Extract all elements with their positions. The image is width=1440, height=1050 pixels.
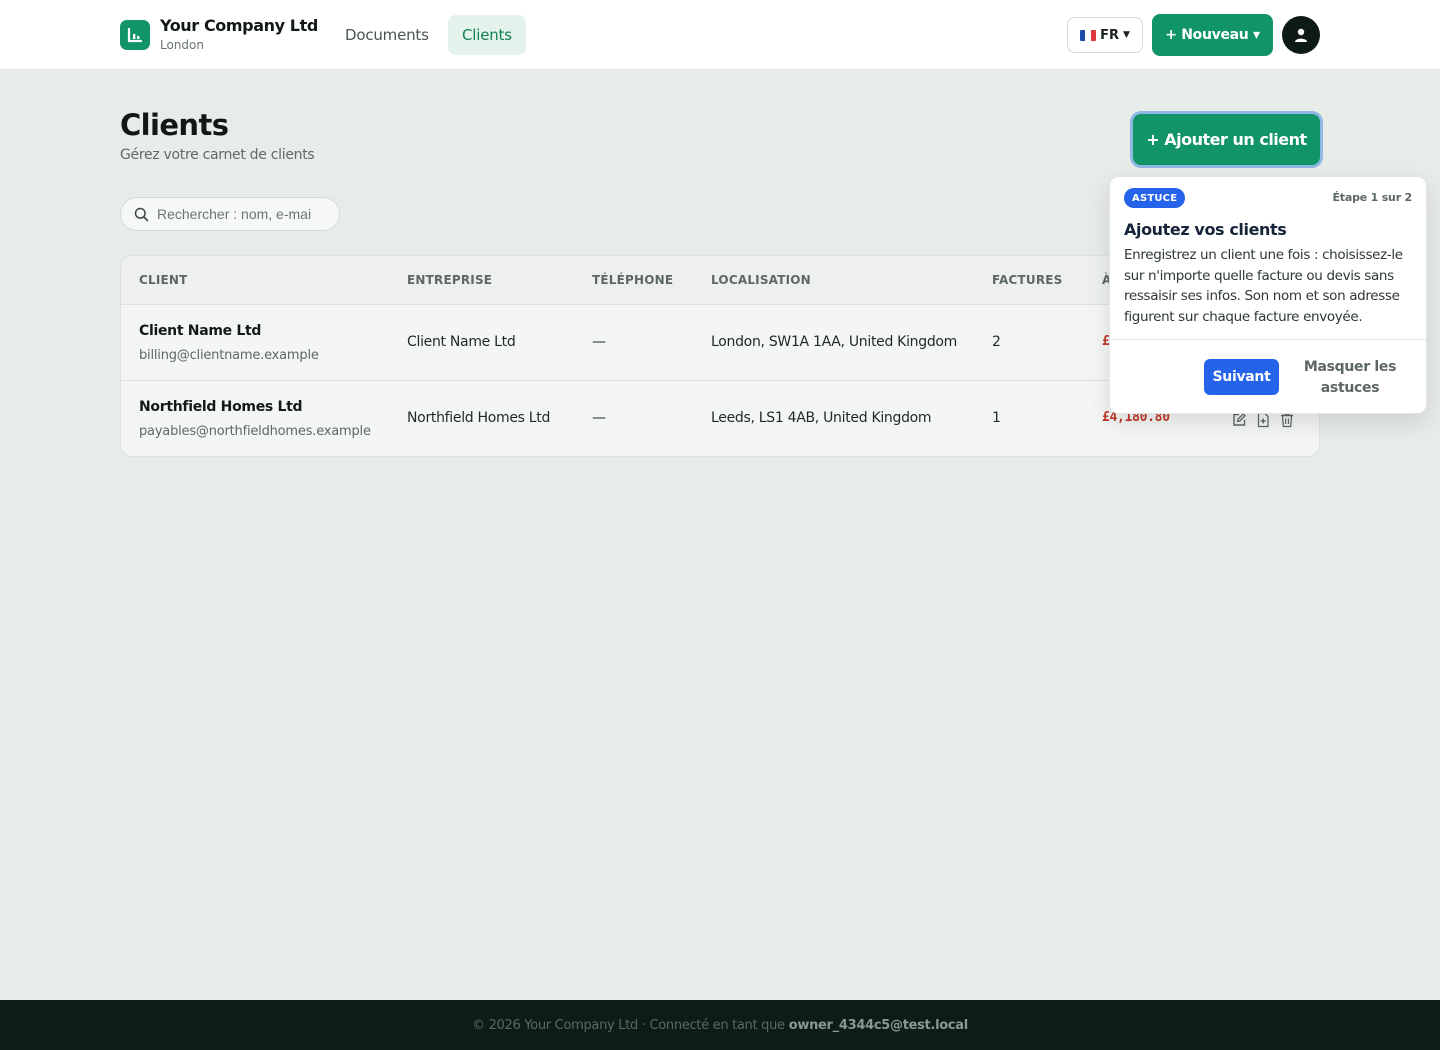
tip-next-button[interactable]: Suivant — [1204, 359, 1279, 395]
search-input[interactable] — [157, 206, 327, 222]
column-header-client[interactable]: CLIENT — [139, 273, 188, 287]
client-email: payables@northfieldhomes.example — [139, 424, 371, 439]
tip-divider — [1110, 339, 1426, 340]
column-header-company[interactable]: ENTREPRISE — [407, 273, 492, 287]
client-invoice-count: 1 — [992, 410, 1001, 426]
row-actions — [1231, 412, 1295, 428]
language-selector[interactable]: FR ▼ — [1067, 17, 1143, 53]
nav-documents[interactable]: Documents — [331, 15, 443, 55]
chart-logo-icon[interactable] — [120, 20, 150, 50]
chevron-down-icon: ▼ — [1122, 30, 1130, 40]
client-email: billing@clientname.example — [139, 348, 319, 363]
tip-text: Enregistrez un client une fois : choisis… — [1124, 247, 1403, 325]
footer-text: © 2026 Your Company Ltd · Connecté en ta… — [472, 1017, 785, 1033]
new-document-button[interactable]: + Nouveau ▾ — [1152, 14, 1273, 56]
footer-user: owner_4344c5@test.local — [788, 1017, 969, 1033]
client-company: Northfield Homes Ltd — [407, 410, 551, 426]
client-name[interactable]: Northfield Homes Ltd — [139, 399, 303, 415]
client-location: London, SW1A 1AA, United Kingdom — [711, 334, 958, 350]
column-header-location[interactable]: LOCALISATION — [711, 273, 811, 287]
user-icon[interactable] — [1282, 16, 1320, 54]
client-location: Leeds, LS1 4AB, United Kingdom — [711, 410, 932, 426]
onboarding-tip-popover: ASTUCE Étape 1 sur 2 Ajoutez vos clients… — [1109, 176, 1427, 414]
search-field[interactable] — [120, 197, 340, 231]
language-label: FR — [1100, 27, 1119, 43]
france-flag-icon — [1080, 29, 1097, 41]
client-phone: — — [592, 334, 606, 350]
hide-tips-button[interactable]: Masquer les astuces — [1300, 357, 1400, 399]
page-subtitle: Gérez votre carnet de clients — [120, 147, 315, 163]
new-document-icon[interactable] — [1255, 412, 1271, 428]
tip-badge: ASTUCE — [1124, 188, 1186, 208]
tip-step-counter: Étape 1 sur 2 — [1332, 191, 1412, 204]
search-icon — [134, 207, 149, 222]
page-title: Clients — [120, 108, 229, 142]
client-company: Client Name Ltd — [407, 334, 516, 350]
client-invoice-count: 2 — [992, 334, 1001, 350]
footer: © 2026 Your Company Ltd · Connecté en ta… — [0, 1000, 1440, 1050]
column-header-phone[interactable]: TÉLÉPHONE — [592, 273, 673, 287]
add-client-button[interactable]: + Ajouter un client — [1133, 114, 1320, 165]
company-name[interactable]: Your Company Ltd — [160, 16, 318, 35]
company-city: London — [160, 38, 204, 52]
tip-title: Ajoutez vos clients — [1124, 220, 1287, 239]
top-navbar: Your Company Ltd London Documents Client… — [0, 0, 1440, 70]
edit-icon[interactable] — [1231, 412, 1247, 428]
trash-icon[interactable] — [1279, 412, 1295, 428]
column-header-invoices[interactable]: FACTURES — [992, 273, 1063, 287]
nav-clients[interactable]: Clients — [448, 15, 526, 55]
client-phone: — — [592, 410, 606, 426]
client-name[interactable]: Client Name Ltd — [139, 323, 261, 339]
